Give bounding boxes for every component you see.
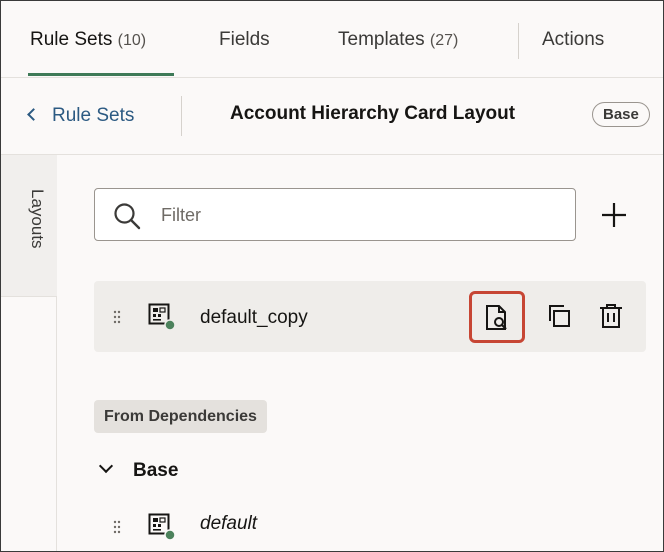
back-to-rule-sets-link[interactable]: Rule Sets — [27, 105, 135, 127]
chevron-down-icon — [98, 458, 114, 474]
duplicate-icon[interactable] — [545, 302, 573, 330]
document-search-icon — [486, 305, 507, 330]
active-tab-indicator — [28, 73, 174, 76]
from-dependencies-label: From Dependencies — [94, 400, 267, 433]
layout-name: default_copy — [200, 307, 308, 328]
side-rail: Layouts — [1, 155, 57, 551]
tab-label: Templates — [338, 29, 425, 50]
dependency-layout-row[interactable]: default — [94, 502, 646, 551]
tab-actions[interactable]: Actions — [542, 29, 604, 51]
filter-input[interactable] — [161, 201, 561, 229]
drag-handle-icon[interactable] — [113, 310, 121, 324]
side-tab-label: Layouts — [28, 189, 47, 249]
chevron-left-icon — [27, 108, 40, 121]
tab-label: Fields — [219, 29, 270, 50]
side-tab-layouts[interactable]: Layouts — [1, 155, 57, 297]
tab-count: (10) — [117, 32, 147, 49]
rules-editor-window: Rule Sets (10) Fields Templates (27) Act… — [0, 0, 664, 552]
delete-icon[interactable] — [597, 302, 625, 330]
filter-field[interactable] — [94, 188, 576, 241]
group-label: Base — [133, 460, 179, 481]
preview-layout-button[interactable] — [469, 291, 525, 343]
layouts-panel: default_copy From Dep — [58, 155, 663, 551]
dependency-layout-name: default — [200, 513, 258, 534]
tab-count: (27) — [429, 32, 459, 49]
add-layout-button[interactable] — [598, 199, 630, 231]
tab-bar: Rule Sets (10) Fields Templates (27) Act… — [1, 1, 663, 78]
breadcrumb-divider — [181, 96, 182, 136]
drag-handle-icon[interactable] — [113, 520, 121, 534]
tab-label: Actions — [542, 29, 605, 50]
tab-rule-sets[interactable]: Rule Sets (10) — [30, 29, 146, 51]
tab-fields[interactable]: Fields — [219, 29, 270, 51]
layout-grid-icon — [148, 303, 176, 331]
layout-row[interactable]: default_copy — [94, 281, 646, 352]
breadcrumb: Rule Sets Account Hierarchy Card Layout … — [1, 78, 663, 155]
search-icon — [114, 203, 141, 230]
tab-templates[interactable]: Templates (27) — [338, 29, 458, 51]
tab-label: Rule Sets — [30, 29, 113, 50]
base-badge: Base — [592, 102, 650, 127]
layout-grid-icon — [148, 513, 176, 541]
page-title: Account Hierarchy Card Layout — [230, 103, 516, 124]
back-label: Rule Sets — [52, 105, 135, 126]
tab-divider — [518, 23, 519, 59]
